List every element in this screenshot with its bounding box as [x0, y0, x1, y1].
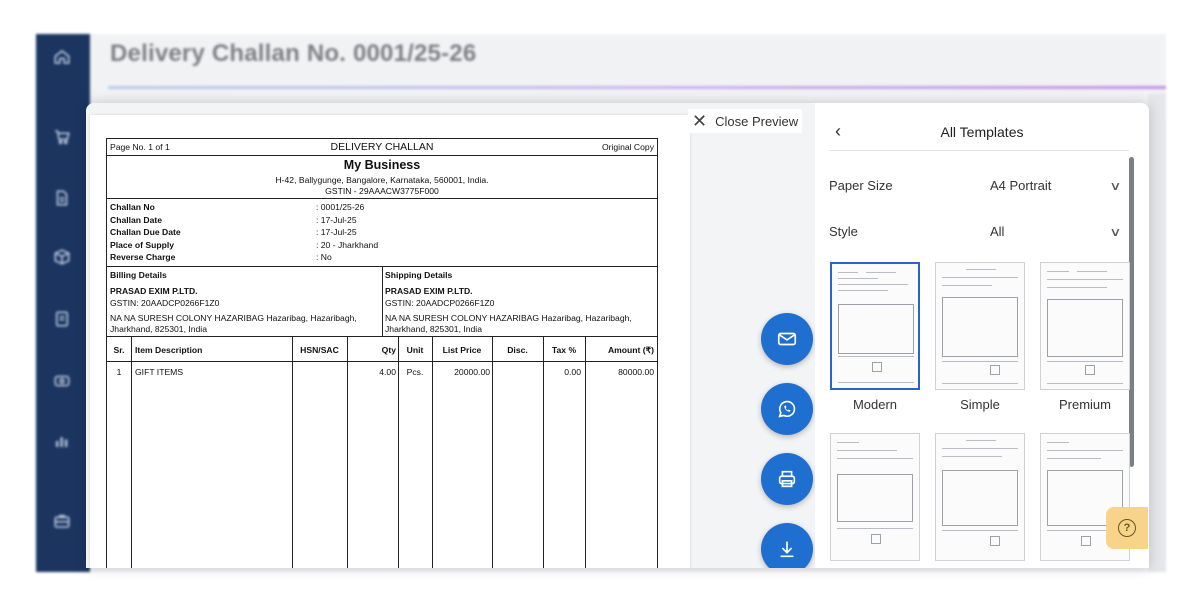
background-side-strip	[1148, 94, 1166, 572]
close-preview-button[interactable]: ✕ Close Preview	[688, 109, 803, 133]
divider	[107, 361, 657, 362]
divider	[107, 336, 657, 337]
column-header: List Price	[442, 345, 482, 355]
shipping-name: PRASAD EXIM P.LTD.	[385, 286, 473, 296]
print-button[interactable]	[761, 453, 813, 505]
divider	[107, 198, 657, 199]
template-thumbnail-modern[interactable]	[830, 262, 920, 390]
billing-address-line: NA NA SURESH COLONY HAZARIBAG Hazaribag,…	[110, 313, 357, 323]
download-button[interactable]	[761, 523, 813, 568]
business-name: My Business	[343, 158, 421, 172]
home-icon[interactable]	[51, 46, 73, 68]
templates-panel: ‹ All Templates Paper Size A4 Portrait ∨…	[815, 103, 1149, 568]
help-icon: ?	[1118, 519, 1136, 537]
title-underline	[108, 86, 1166, 89]
delivery-challan-document: Page No. 1 of 1 DELIVERY CHALLAN Origina…	[106, 138, 658, 568]
template-thumbnail[interactable]	[830, 433, 920, 561]
email-button[interactable]	[761, 313, 813, 365]
template-thumbnail-premium[interactable]	[1040, 262, 1130, 390]
column-divider	[492, 336, 493, 568]
copy-type: Original Copy	[601, 142, 654, 152]
chevron-down-icon[interactable]: ∨	[1109, 179, 1121, 193]
template-name: Modern	[852, 397, 898, 412]
meta-value: : No	[316, 252, 332, 262]
column-header: Amount (₹)	[607, 345, 654, 355]
shipping-gstin: GSTIN: 20AADCP0266F1Z0	[385, 298, 495, 308]
item-amount: 80000.00	[618, 367, 654, 377]
preview-area: Page No. 1 of 1 DELIVERY CHALLAN Origina…	[86, 103, 815, 568]
close-icon: ✕	[692, 111, 708, 131]
printer-icon	[778, 470, 796, 488]
item-tax: 0.00	[564, 367, 581, 377]
item-unit: Pcs.	[406, 367, 424, 377]
close-preview-label: Close Preview	[715, 113, 799, 129]
item-qty: 4.00	[379, 367, 396, 377]
sidebar	[36, 34, 90, 572]
item-list-price: 20000.00	[454, 367, 490, 377]
download-icon	[780, 541, 794, 558]
briefcase-icon[interactable]	[51, 510, 73, 532]
meta-label: Place of Supply	[110, 240, 174, 250]
billing-gstin: GSTIN: 20AADCP0266F1Z0	[110, 298, 220, 308]
column-header: Item Description	[135, 345, 203, 355]
meta-value: : 0001/25-26	[316, 202, 365, 212]
divider	[107, 155, 657, 156]
meta-value: : 17-Jul-25	[316, 215, 357, 225]
divider	[829, 150, 1129, 151]
box-icon[interactable]	[51, 246, 73, 268]
divider	[382, 266, 383, 336]
document-paper: Page No. 1 of 1 DELIVERY CHALLAN Origina…	[90, 115, 690, 568]
invoice-icon[interactable]	[51, 308, 73, 330]
item-sr: 1	[116, 367, 122, 377]
billing-heading: Billing Details	[110, 270, 167, 280]
business-gstin: GSTIN - 29AAACW3775F000	[325, 186, 439, 196]
page-title: Delivery Challan No. 0001/25-26	[110, 40, 477, 67]
shipping-heading: Shipping Details	[385, 270, 453, 280]
meta-label: Reverse Charge	[110, 252, 176, 262]
template-name: Premium	[1058, 397, 1111, 412]
meta-label: Challan Date	[110, 215, 163, 225]
meta-value: : 17-Jul-25	[316, 227, 357, 237]
meta-value: : 20 - Jharkhand	[316, 240, 379, 250]
reports-icon[interactable]	[51, 430, 73, 452]
meta-label: Challan Due Date	[110, 227, 181, 237]
style-label: Style	[829, 224, 858, 239]
style-select[interactable]: All	[990, 224, 1004, 239]
paper-size-select[interactable]: A4 Portrait	[990, 178, 1051, 193]
template-thumbnail-simple[interactable]	[935, 262, 1025, 390]
payments-icon[interactable]	[51, 370, 73, 392]
meta-label: Challan No	[110, 202, 155, 212]
billing-address-line: Jharkhand, 825301, India	[110, 324, 207, 334]
column-divider	[131, 336, 132, 568]
cart-icon[interactable]	[51, 126, 73, 148]
column-header: HSN/SAC	[300, 345, 339, 355]
column-header: Sr.	[113, 345, 125, 355]
template-name: Simple	[960, 397, 1000, 412]
help-button[interactable]: ?	[1106, 507, 1148, 549]
whatsapp-button[interactable]	[761, 383, 813, 435]
column-header: Tax %	[551, 345, 577, 355]
column-header: Disc.	[507, 345, 528, 355]
column-header: Qty	[381, 345, 396, 355]
templates-title: All Templates	[940, 124, 1024, 140]
billing-name: PRASAD EXIM P.LTD.	[110, 286, 198, 296]
column-divider	[292, 336, 293, 568]
templates-title-wrap: All Templates	[815, 124, 1149, 140]
column-header: Unit	[406, 345, 424, 355]
paper-size-label: Paper Size	[829, 178, 893, 193]
document-icon[interactable]	[51, 187, 73, 209]
shipping-address-line: NA NA SURESH COLONY HAZARIBAG Hazaribag,…	[385, 313, 632, 323]
preview-modal: Page No. 1 of 1 DELIVERY CHALLAN Origina…	[86, 103, 1149, 568]
chevron-down-icon[interactable]: ∨	[1109, 225, 1121, 239]
shipping-address-line: Jharkhand, 825301, India	[385, 324, 482, 334]
document-title: DELIVERY CHALLAN	[330, 141, 434, 153]
template-thumbnail[interactable]	[935, 433, 1025, 561]
mail-icon	[777, 332, 797, 346]
whatsapp-icon	[778, 400, 796, 418]
item-description: GIFT ITEMS	[135, 367, 184, 377]
business-address: H-42, Ballygunge, Bangalore, Karnataka, …	[275, 175, 489, 185]
